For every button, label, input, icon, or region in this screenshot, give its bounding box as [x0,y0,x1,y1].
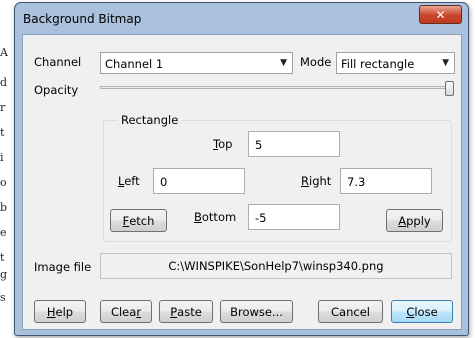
top-field-value: 5 [255,138,263,152]
image-file-label: Image file [34,260,92,274]
mode-select[interactable]: Fill rectangle ▼ [336,52,455,74]
background-text-fragment: i [0,151,4,164]
close-icon: ✕ [435,7,446,22]
background-text-fragment: A [0,46,8,59]
right-field[interactable]: 7.3 [340,168,432,194]
close-button[interactable]: Close [391,300,453,323]
fetch-button[interactable]: Fetch [110,209,167,232]
background-text-fragment: g [0,268,8,281]
mode-label: Mode [300,55,332,69]
background-text-fragment: o [0,176,7,189]
clear-button[interactable]: Clea r [100,300,152,323]
window-close-button[interactable]: ✕ [419,5,462,24]
channel-select[interactable]: Channel 1 ▼ [100,52,293,74]
background-bitmap-dialog: Background Bitmap ✕ Channel Channel 1 ▼ … [14,2,469,336]
left-label: Left [118,174,140,188]
right-field-value: 7.3 [347,175,366,189]
bottom-field-value: -5 [255,211,267,225]
browse-button[interactable]: Browse... [220,300,293,323]
image-file-path-value: C:\WINSPIKE\SonHelp7\winsp340.png [168,259,384,273]
background-text-fragment: r [0,101,6,114]
background-text-fragment: d [0,76,8,89]
background-text-fragment: t [0,251,5,264]
top-field[interactable]: 5 [248,131,340,157]
mode-select-value: Fill rectangle [341,57,415,71]
bottom-label: Bottom [194,210,237,224]
bottom-field[interactable]: -5 [248,204,340,230]
background-text-fragment: e [0,226,7,239]
background-text-fragment: s [0,291,6,304]
title-bar[interactable]: Background Bitmap ✕ [15,3,468,34]
background-text-fragment: b [0,201,8,214]
apply-button[interactable]: Apply [386,209,443,232]
top-label: Top [213,137,233,151]
right-label: Right [301,174,332,188]
rectangle-group-title: Rectangle [118,113,182,127]
left-field-value: 0 [160,175,168,189]
channel-label: Channel [34,55,82,69]
cancel-button[interactable]: Cancel [318,300,383,323]
help-button[interactable]: Help [34,300,86,323]
left-field[interactable]: 0 [153,168,245,194]
dialog-client-area: Channel Channel 1 ▼ Mode Fill rectangle … [22,34,462,330]
opacity-label: Opacity [34,83,79,97]
chevron-down-icon: ▼ [442,58,449,68]
background-text-fragment: t [0,126,5,139]
chevron-down-icon: ▼ [280,58,287,68]
dialog-title: Background Bitmap [23,12,142,26]
channel-select-value: Channel 1 [105,57,164,71]
opacity-slider-track[interactable] [100,86,450,89]
paste-button[interactable]: Paste [159,300,213,323]
image-file-path: C:\WINSPIKE\SonHelp7\winsp340.png [100,253,452,279]
opacity-slider-thumb[interactable] [445,81,454,96]
